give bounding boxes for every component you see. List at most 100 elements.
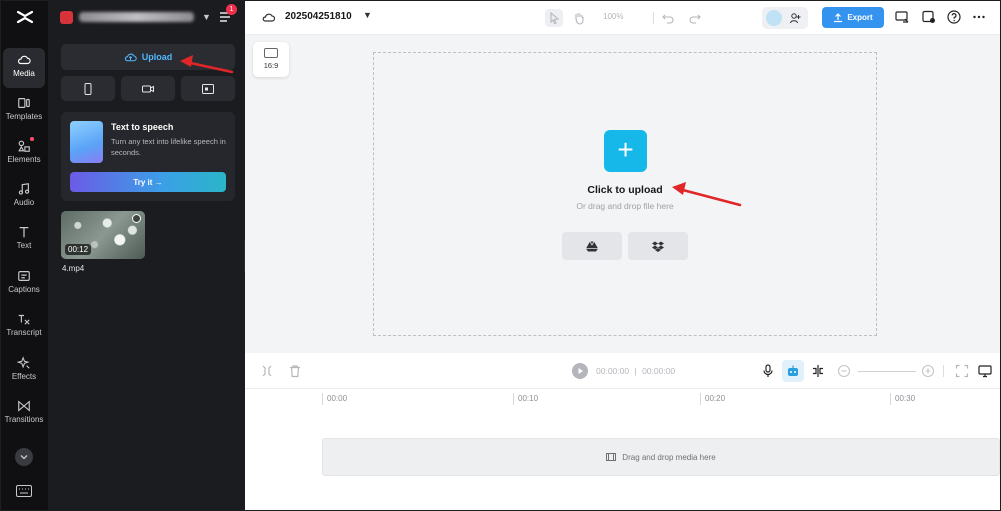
text-to-speech-illustration [70,121,103,163]
timeline-toolbar: 00:00:00 | 00:00:00 [245,353,1000,389]
sidebar-item-label: Effects [11,372,37,381]
zoom-level[interactable]: 100% [603,12,623,21]
zoom-in-icon[interactable] [921,364,935,378]
sidebar-item-label: Media [13,69,35,78]
text-icon [19,227,29,238]
ruler-tick: 00:00 [322,393,347,405]
export-label: Export [847,13,873,22]
chevron-down-icon [20,455,28,460]
cloud-sync-icon [262,13,276,22]
export-button[interactable]: Export [822,7,884,28]
sidebar-item-text[interactable]: Text [3,220,45,260]
notification-badge: 1 [226,4,237,15]
media-thumbnail[interactable]: 00:12 [61,211,145,259]
more-options-icon[interactable] [972,10,986,24]
account-name-blurred [79,12,194,22]
try-it-button[interactable]: Try it → [70,172,226,192]
divider [943,365,944,377]
hand-tool-button[interactable] [570,9,588,27]
dropbox-button[interactable] [628,232,688,260]
upload-label: Upload [141,52,173,62]
zoom-out-icon[interactable] [837,364,851,378]
robot-icon [788,365,798,376]
more-button[interactable] [15,448,33,466]
keyboard-icon[interactable] [16,485,32,497]
sidebar-item-media[interactable]: Media [3,48,45,88]
play-icon [578,368,583,374]
project-name[interactable]: 202504251810 [285,11,352,22]
music-note-icon [18,183,30,195]
elements-icon [18,140,30,152]
timecode-separator: | [634,366,637,376]
ai-assistant-button[interactable] [782,360,804,382]
account-switcher[interactable]: ▼ [60,8,211,26]
add-media-button[interactable]: + [604,130,647,172]
aspect-ratio-button[interactable]: 16:9 [253,42,289,77]
chevron-down-icon: ▼ [202,12,211,22]
delete-icon[interactable] [288,364,302,378]
help-icon[interactable] [947,10,961,24]
click-to-upload-label[interactable]: Click to upload [374,184,876,196]
effects-icon [17,356,30,369]
top-bar: 202504251810 ▼ 100% Export [245,1,1000,35]
film-icon [606,453,617,461]
timeline-ruler[interactable]: 00:00 00:10 00:20 00:30 [245,389,1000,409]
tts-description: Turn any text into lifelike speech in se… [111,137,226,157]
preview-monitor-icon[interactable] [978,364,992,378]
templates-icon [18,98,30,108]
sidebar-item-label: Captions [8,285,40,294]
drag-drop-hint: Or drag and drop file here [576,201,674,211]
undo-button[interactable] [659,9,677,27]
redo-icon [689,14,701,24]
select-tool-button[interactable] [545,9,563,27]
record-screen-button[interactable] [181,76,235,101]
left-rail: Media Templates Elements Audio Text Capt… [1,1,48,510]
ruler-tick: 00:30 [890,393,915,405]
media-file-name: 4.mp4 [62,264,85,273]
media-info-icon[interactable] [132,214,141,223]
sidebar-item-elements[interactable]: Elements [3,134,45,174]
sidebar-item-label: Transcript [6,328,42,337]
timecode: 00:00:00 | 00:00:00 [596,366,675,376]
phone-upload-button[interactable] [61,76,115,101]
split-icon[interactable] [260,364,274,378]
microphone-icon[interactable] [761,364,775,378]
google-drive-icon [586,240,598,251]
timeline-track-dropzone[interactable]: Drag and drop media here [322,438,1000,476]
new-dot [30,137,34,141]
tts-title: Text to speech [111,122,174,132]
transcript-icon [18,314,30,325]
play-button[interactable] [572,363,588,379]
zoom-slider[interactable] [858,371,916,372]
sidebar-item-effects[interactable]: Effects [3,351,45,391]
chevron-down-icon[interactable]: ▼ [363,10,372,20]
sidebar-item-label: Elements [7,155,41,164]
sidebar-item-captions[interactable]: Captions [3,264,45,304]
sidebar-item-transitions[interactable]: Transitions [3,394,45,434]
sidebar-item-label: Audio [13,198,35,207]
video-camera-icon [142,85,154,92]
captions-icon [18,271,30,281]
google-drive-button[interactable] [562,232,622,260]
record-video-button[interactable] [121,76,175,101]
current-time: 00:00:00 [596,366,630,376]
redo-button[interactable] [686,9,704,27]
sidebar-item-audio[interactable]: Audio [3,177,45,217]
sidebar-item-templates[interactable]: Templates [3,91,45,131]
collaborators[interactable] [762,7,808,29]
transitions-icon [18,400,30,412]
cloud-icon [17,55,31,65]
device-settings-icon[interactable] [922,10,936,24]
upload-button[interactable]: Upload [61,44,235,70]
text-to-speech-card: Text to speech Turn any text into lifeli… [61,112,235,201]
sidebar-item-transcript[interactable]: Transcript [3,307,45,347]
split-screen-icon[interactable] [811,364,825,378]
present-screen-icon[interactable] [895,10,909,24]
export-icon [834,12,843,22]
cursor-icon [550,11,560,25]
avatar [766,10,782,26]
sidebar-item-label: Templates [5,112,43,121]
track-hint: Drag and drop media here [622,452,716,462]
upload-dropzone[interactable]: + Click to upload Or drag and drop file … [373,52,877,336]
fit-timeline-icon[interactable] [955,364,969,378]
